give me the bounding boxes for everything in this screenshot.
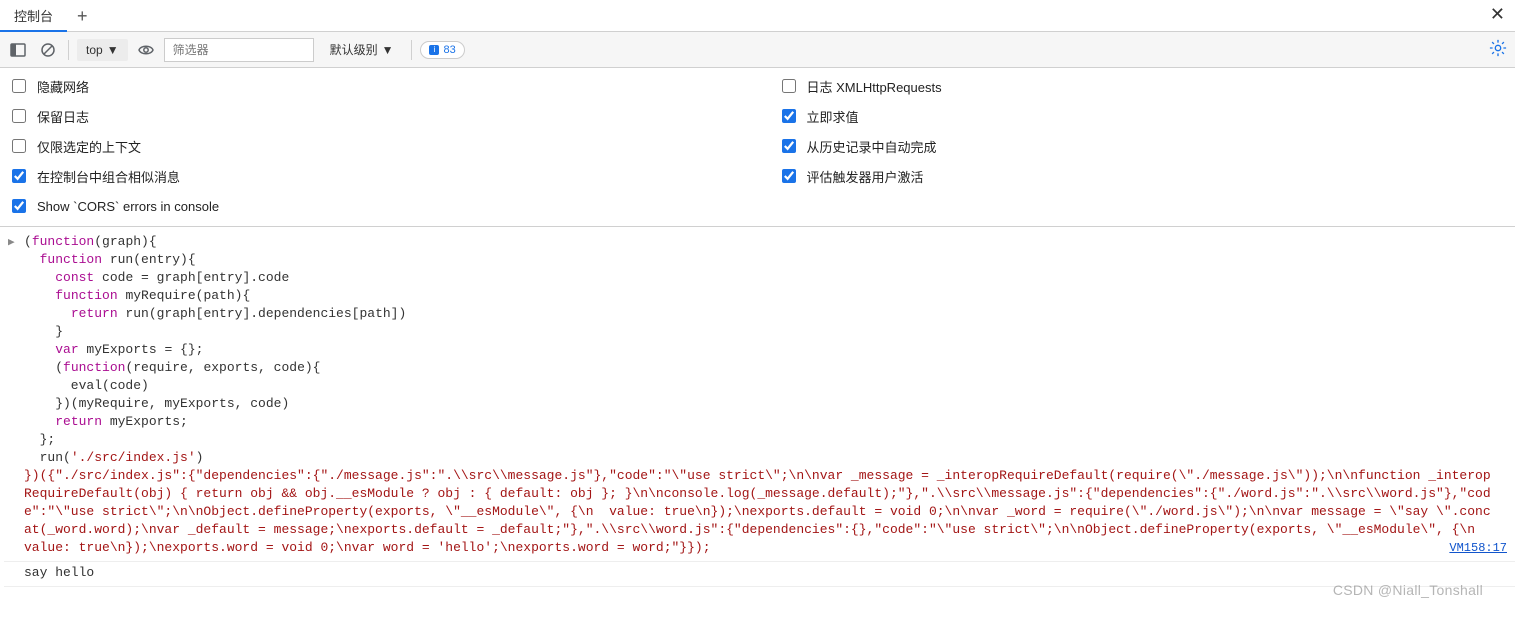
settings-option[interactable]: 立即求值 <box>778 106 1508 126</box>
level-label: 默认级别 <box>330 41 378 58</box>
option-label: 评估触发器用户激活 <box>807 167 924 186</box>
checkbox[interactable] <box>12 199 26 213</box>
clear-console-icon[interactable] <box>36 38 60 62</box>
source-link[interactable]: VM158:17 <box>1449 539 1507 557</box>
settings-option[interactable]: 保留日志 <box>8 106 738 126</box>
code-block: (function(graph){ function run(entry){ c… <box>24 233 1511 557</box>
option-label: Show `CORS` errors in console <box>37 199 219 214</box>
option-label: 保留日志 <box>37 107 89 126</box>
checkbox[interactable] <box>782 139 796 153</box>
tab-console[interactable]: 控制台 <box>0 0 67 32</box>
tab-bar: 控制台 + ✕ <box>0 0 1515 32</box>
checkbox[interactable] <box>782 79 796 93</box>
settings-option[interactable]: 仅限选定的上下文 <box>8 136 738 156</box>
option-label: 仅限选定的上下文 <box>37 137 141 156</box>
option-label: 日志 XMLHttpRequests <box>807 77 942 96</box>
settings-option[interactable]: 隐藏网络 <box>8 76 738 96</box>
toggle-sidebar-icon[interactable] <box>6 38 30 62</box>
settings-option[interactable]: 评估触发器用户激活 <box>778 166 1508 186</box>
settings-option[interactable]: 在控制台中组合相似消息 <box>8 166 738 186</box>
checkbox[interactable] <box>12 139 26 153</box>
option-label: 在控制台中组合相似消息 <box>37 167 180 186</box>
checkbox[interactable] <box>12 169 26 183</box>
info-icon: i <box>429 45 439 55</box>
checkbox[interactable] <box>12 79 26 93</box>
issues-counter[interactable]: i 83 <box>420 41 464 59</box>
console-input-entry[interactable]: ▶ (function(graph){ function run(entry){… <box>4 231 1515 562</box>
console-output: ▶ (function(graph){ function run(entry){… <box>0 227 1515 601</box>
execution-context-selector[interactable]: top ▼ <box>77 39 128 61</box>
console-settings-panel: 隐藏网络保留日志仅限选定的上下文在控制台中组合相似消息 Show `CORS` e… <box>0 68 1515 227</box>
chevron-down-icon: ▼ <box>382 43 394 57</box>
add-tab-button[interactable]: + <box>67 1 98 31</box>
separator <box>411 40 412 60</box>
context-label: top <box>86 43 103 57</box>
log-level-selector[interactable]: 默认级别 ▼ <box>320 38 404 61</box>
option-label: 立即求值 <box>807 107 859 126</box>
console-toolbar: top ▼ 默认级别 ▼ i 83 <box>0 32 1515 68</box>
settings-option[interactable]: Show `CORS` errors in console <box>8 196 738 216</box>
issues-count: 83 <box>443 44 455 56</box>
settings-gear-icon[interactable] <box>1489 39 1507 60</box>
live-expression-icon[interactable] <box>134 38 158 62</box>
close-icon[interactable]: ✕ <box>1490 4 1505 25</box>
expand-caret-icon[interactable]: ▶ <box>8 234 15 252</box>
settings-option[interactable]: 日志 XMLHttpRequests <box>778 76 1508 96</box>
option-label: 从历史记录中自动完成 <box>807 137 937 156</box>
checkbox[interactable] <box>782 109 796 123</box>
option-label: 隐藏网络 <box>37 77 89 96</box>
separator <box>68 40 69 60</box>
settings-option[interactable]: 从历史记录中自动完成 <box>778 136 1508 156</box>
chevron-down-icon: ▼ <box>107 43 119 57</box>
filter-input[interactable] <box>164 38 314 62</box>
checkbox[interactable] <box>12 109 26 123</box>
console-log-output: say hello <box>4 562 1515 587</box>
checkbox[interactable] <box>782 169 796 183</box>
